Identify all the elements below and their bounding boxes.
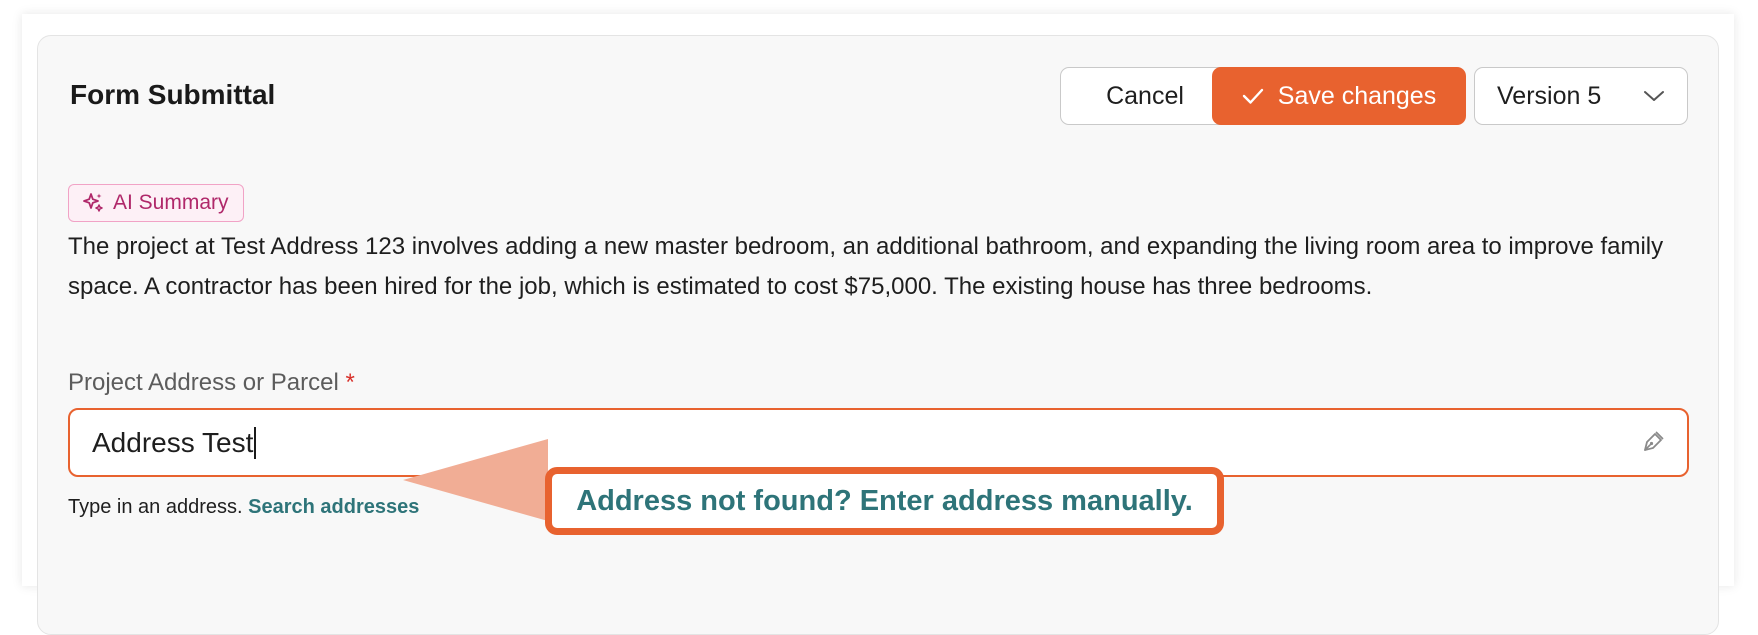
page-title: Form Submittal	[70, 79, 276, 110]
ai-summary-badge: AI Summary	[68, 184, 244, 222]
helper-text-label: Type in an address.	[68, 496, 243, 518]
check-icon	[1242, 88, 1263, 104]
ai-summary-badge-label: AI Summary	[113, 191, 229, 214]
cancel-button-label: Cancel	[1106, 81, 1184, 110]
address-not-found-callout[interactable]: Address not found? Enter address manuall…	[545, 467, 1224, 535]
enter-address-manually-link[interactable]: Address not found? Enter address manuall…	[576, 485, 1193, 518]
callout-pointer	[403, 439, 548, 521]
text-caret	[254, 426, 257, 459]
version-select-value: Version 5	[1497, 81, 1602, 110]
cancel-button[interactable]: Cancel	[1060, 67, 1230, 125]
address-input-value: Address Test	[92, 426, 254, 458]
chevron-down-icon	[1644, 91, 1664, 101]
address-input-field[interactable]: Address Test	[70, 426, 1687, 459]
address-field-label-text: Project Address or Parcel	[68, 369, 339, 396]
address-field-label: Project Address or Parcel *	[68, 369, 355, 397]
address-helper-text: Type in an address. Search addresses	[68, 496, 419, 519]
version-select[interactable]: Version 5	[1474, 67, 1688, 125]
ai-summary-text: The project at Test Address 123 involves…	[68, 233, 1664, 300]
form-card: Form Submittal Cancel Save changes Versi…	[37, 35, 1719, 635]
pen-icon[interactable]	[1639, 430, 1665, 456]
search-addresses-link[interactable]: Search addresses	[248, 496, 419, 518]
save-changes-button[interactable]: Save changes	[1212, 67, 1466, 125]
sparkles-icon	[83, 193, 103, 212]
save-button-label: Save changes	[1277, 81, 1437, 110]
required-marker: *	[345, 369, 355, 396]
